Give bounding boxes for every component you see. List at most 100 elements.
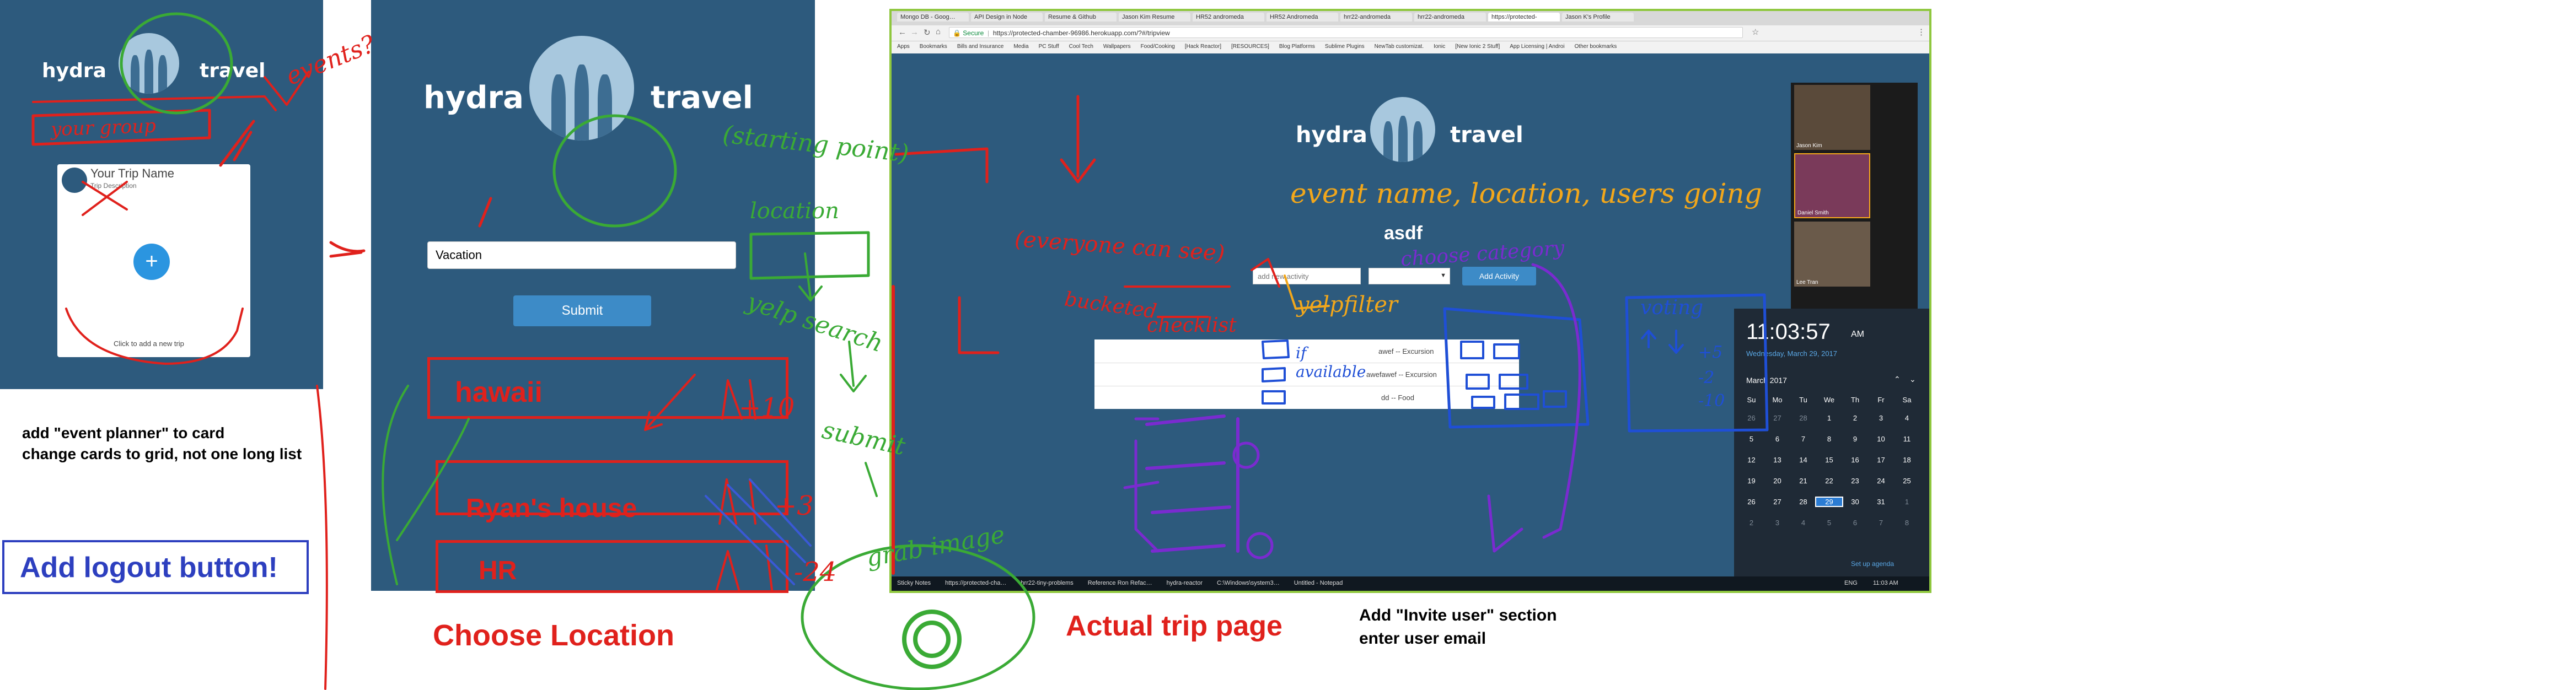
browser-tab[interactable]: Jason K's Profile <box>1562 13 1634 21</box>
calendar-day[interactable]: 21 <box>1790 477 1816 485</box>
browser-tab[interactable]: hrr22-andromeda <box>1340 13 1412 21</box>
location-ryans-house[interactable]: Ryan's house <box>466 493 637 524</box>
taskbar-item[interactable]: hydra-reactor <box>1167 580 1203 586</box>
home-icon[interactable]: ⌂ <box>936 27 941 36</box>
calendar-day[interactable]: 17 <box>1868 456 1894 464</box>
taskbar-item[interactable]: https://protected-cha… <box>945 580 1006 586</box>
taskbar-item[interactable]: Untitled - Notepad <box>1294 580 1343 586</box>
bookmark-item[interactable]: [New Ionic 2 Stuff] <box>1455 44 1500 50</box>
calendar-day[interactable]: 10 <box>1868 435 1894 443</box>
calendar-day[interactable]: 18 <box>1894 456 1920 464</box>
clock-date[interactable]: Wednesday, March 29, 2017 <box>1746 349 1837 358</box>
add-activity-button[interactable]: Add Activity <box>1462 267 1536 285</box>
calendar-day[interactable]: 30 <box>1842 498 1868 506</box>
bookmark-item[interactable]: Bills and Insurance <box>957 44 1004 50</box>
category-select[interactable]: ▼ <box>1368 268 1450 284</box>
back-icon[interactable]: ← <box>898 28 906 37</box>
tray-lang[interactable]: ENG <box>1844 580 1858 586</box>
calendar-day[interactable]: 28 <box>1790 414 1816 422</box>
calendar-day[interactable]: 29 <box>1815 497 1843 507</box>
calendar-day[interactable]: 2 <box>1738 519 1764 527</box>
bookmark-item[interactable]: Blog Platforms <box>1279 44 1315 50</box>
bookmark-item[interactable]: Cool Tech <box>1069 44 1093 50</box>
video-tile[interactable]: Daniel Smith <box>1794 153 1870 218</box>
agenda-link[interactable]: Set up agenda <box>1851 560 1894 568</box>
location-hr[interactable]: HR <box>479 556 517 586</box>
bookmark-item[interactable]: Sublime Plugins <box>1325 44 1365 50</box>
calendar-day[interactable]: 3 <box>1764 519 1790 527</box>
browser-tab[interactable]: Jason Kim Resume <box>1119 13 1190 21</box>
trip-card[interactable]: Your Trip Name Trip Description + Click … <box>57 164 250 357</box>
calendar-day[interactable]: 2 <box>1842 414 1868 422</box>
location-input[interactable] <box>427 241 736 269</box>
calendar-day[interactable]: 26 <box>1738 498 1764 506</box>
calendar-day[interactable]: 1 <box>1894 498 1920 506</box>
taskbar-item[interactable]: C:\Windows\system3… <box>1217 580 1280 586</box>
calendar-day[interactable]: 3 <box>1868 414 1894 422</box>
menu-icon[interactable]: ⋮ <box>1917 27 1925 37</box>
taskbar-item[interactable]: Reference Ron Refac… <box>1088 580 1152 586</box>
calendar-day[interactable]: 16 <box>1842 456 1868 464</box>
browser-tab[interactable]: hrr22-andromeda <box>1414 13 1486 21</box>
submit-button[interactable]: Submit <box>513 295 651 326</box>
calendar-day[interactable]: 9 <box>1842 435 1868 443</box>
calendar-day[interactable]: 7 <box>1868 519 1894 527</box>
bookmark-item[interactable]: [Hack Reactor] <box>1185 44 1221 50</box>
location-hawaii[interactable]: hawaii <box>455 376 543 409</box>
calendar-day[interactable]: 1 <box>1816 414 1842 422</box>
bookmark-item[interactable]: PC Stuff <box>1039 44 1059 50</box>
calendar-day[interactable]: 11 <box>1894 435 1920 443</box>
tray-time[interactable]: 11:03 AM <box>1873 580 1898 586</box>
calendar-day[interactable]: 15 <box>1816 456 1842 464</box>
reload-icon[interactable]: ↻ <box>924 28 931 37</box>
clock-month[interactable]: March 2017 <box>1746 376 1787 385</box>
calendar-day[interactable]: 23 <box>1842 477 1868 485</box>
calendar-day[interactable]: 5 <box>1816 519 1842 527</box>
browser-tab[interactable]: https://protected- <box>1488 13 1560 21</box>
add-trip-button[interactable]: + <box>133 244 170 280</box>
video-tile[interactable]: Jason Kim <box>1794 85 1870 150</box>
calendar-day[interactable]: 6 <box>1842 519 1868 527</box>
calendar-day[interactable]: 20 <box>1764 477 1790 485</box>
browser-tab[interactable]: Mongo DB - Goog… <box>897 13 969 21</box>
browser-tab[interactable]: HR52 Andromeda <box>1266 13 1338 21</box>
calendar-day[interactable]: 19 <box>1738 477 1764 485</box>
calendar-day[interactable]: 7 <box>1790 435 1816 443</box>
calendar-day[interactable]: 8 <box>1894 519 1920 527</box>
browser-tab[interactable]: API Design in Node <box>971 13 1043 21</box>
calendar-day[interactable]: 4 <box>1790 519 1816 527</box>
bookmark-item[interactable]: Bookmarks <box>920 44 947 50</box>
chevron-down-icon[interactable]: ⌄ <box>1909 375 1916 384</box>
browser-tab[interactable]: Resume & Github <box>1045 13 1117 21</box>
star-icon[interactable]: ☆ <box>1752 27 1759 37</box>
bookmark-item[interactable]: Other bookmarks <box>1575 44 1617 50</box>
calendar-day[interactable]: 28 <box>1790 498 1816 506</box>
calendar-day[interactable]: 12 <box>1738 456 1764 464</box>
taskbar-item[interactable]: Sticky Notes <box>897 580 931 586</box>
calendar-day[interactable]: 14 <box>1790 456 1816 464</box>
video-tile[interactable]: Lee Tran <box>1794 222 1870 287</box>
calendar-day[interactable]: 27 <box>1764 498 1790 506</box>
taskbar-item[interactable]: hrr22-tiny-problems <box>1021 580 1073 586</box>
calendar-day[interactable]: 8 <box>1816 435 1842 443</box>
list-item[interactable]: dd -- Food <box>1094 386 1519 409</box>
chevron-up-icon[interactable]: ⌃ <box>1894 375 1901 384</box>
calendar-day[interactable]: 5 <box>1738 435 1764 443</box>
bookmark-item[interactable]: Ionic <box>1434 44 1445 50</box>
bookmark-item[interactable]: [RESOURCES] <box>1231 44 1269 50</box>
activity-input[interactable] <box>1253 268 1361 284</box>
url-field[interactable]: 🔒 Secure | https://protected-chamber-969… <box>949 27 1743 38</box>
calendar-day[interactable]: 24 <box>1868 477 1894 485</box>
calendar-day[interactable]: 27 <box>1764 414 1790 422</box>
calendar-day[interactable]: 31 <box>1868 498 1894 506</box>
calendar-day[interactable]: 22 <box>1816 477 1842 485</box>
bookmark-item[interactable]: Apps <box>897 44 910 50</box>
bookmark-item[interactable]: Food/Cooking <box>1141 44 1175 50</box>
browser-tab[interactable]: HR52 andromeda <box>1193 13 1264 21</box>
calendar-day[interactable]: 13 <box>1764 456 1790 464</box>
bookmark-item[interactable]: Wallpapers <box>1103 44 1131 50</box>
bookmark-item[interactable]: App Licensing | Androi <box>1510 44 1564 50</box>
bookmark-item[interactable]: Media <box>1013 44 1028 50</box>
calendar-day[interactable]: 6 <box>1764 435 1790 443</box>
forward-icon[interactable]: → <box>910 28 919 37</box>
